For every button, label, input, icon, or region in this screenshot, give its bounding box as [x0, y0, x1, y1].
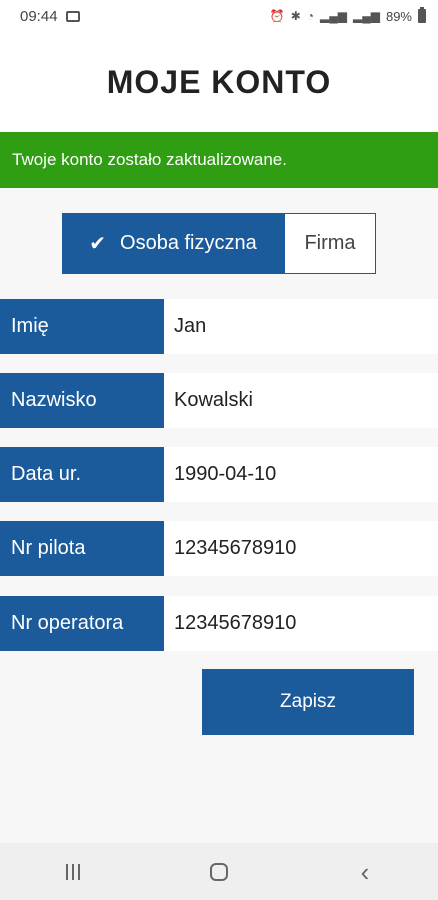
operator-number-label: Nr operatora: [0, 596, 164, 651]
system-nav-bar: ‹: [0, 843, 438, 900]
status-bar: 09:44 ⏰ ✱ ◔ ▂▄▆ ▂▄▆ 89%: [0, 0, 438, 32]
status-time: 09:44: [20, 7, 58, 25]
form-row-birth-date: Data ur. 1990-04-10: [0, 447, 438, 502]
wifi-icon: ◔: [306, 9, 315, 23]
first-name-label: Imię: [0, 299, 164, 354]
person-option-button[interactable]: ✔ Osoba fizyczna: [62, 213, 284, 274]
operator-number-field[interactable]: 12345678910: [164, 596, 438, 651]
birth-date-field[interactable]: 1990-04-10: [164, 447, 438, 502]
company-option-button[interactable]: Firma: [284, 213, 376, 274]
pilot-number-label: Nr pilota: [0, 521, 164, 576]
first-name-field[interactable]: Jan: [164, 299, 438, 354]
save-button-label: Zapisz: [280, 691, 336, 712]
alarm-icon: ⏰: [269, 9, 285, 23]
bluetooth-icon: ✱: [290, 9, 301, 23]
back-button[interactable]: ‹: [335, 859, 395, 885]
checkmark-icon: ✔: [89, 232, 107, 255]
pilot-number-field[interactable]: 12345678910: [164, 521, 438, 576]
image-notification-icon: [65, 10, 80, 22]
form-row-pilot-number: Nr pilota 12345678910: [0, 521, 438, 576]
battery-percentage: 89%: [385, 8, 412, 24]
page-title: MOJE KONTO: [106, 63, 332, 100]
back-icon: ‹: [360, 856, 370, 887]
form-row-first-name: Imię Jan: [0, 299, 438, 354]
home-button[interactable]: [189, 862, 249, 881]
company-option-label: Firma: [304, 232, 356, 254]
account-type-toggle: ✔ Osoba fizyczna Firma: [62, 213, 376, 274]
person-option-label: Osoba fizyczna: [120, 232, 257, 254]
battery-icon: [418, 7, 426, 23]
recents-icon: [66, 863, 80, 880]
success-message: Twoje konto zostało zaktualizowane.: [12, 150, 287, 169]
last-name-label: Nazwisko: [0, 373, 164, 428]
form-row-last-name: Nazwisko Kowalski: [0, 373, 438, 428]
recents-button[interactable]: [43, 863, 103, 880]
signal-1-icon: ▂▄▆: [320, 9, 347, 23]
home-icon: [210, 862, 228, 881]
header: MOJE KONTO: [0, 32, 438, 132]
form-row-operator-number: Nr operatora 12345678910: [0, 596, 438, 651]
save-button[interactable]: Zapisz: [202, 669, 414, 735]
last-name-field[interactable]: Kowalski: [164, 373, 438, 428]
success-banner: Twoje konto zostało zaktualizowane.: [0, 132, 438, 188]
signal-2-icon: ▂▄▆: [353, 9, 380, 23]
birth-date-label: Data ur.: [0, 447, 164, 502]
